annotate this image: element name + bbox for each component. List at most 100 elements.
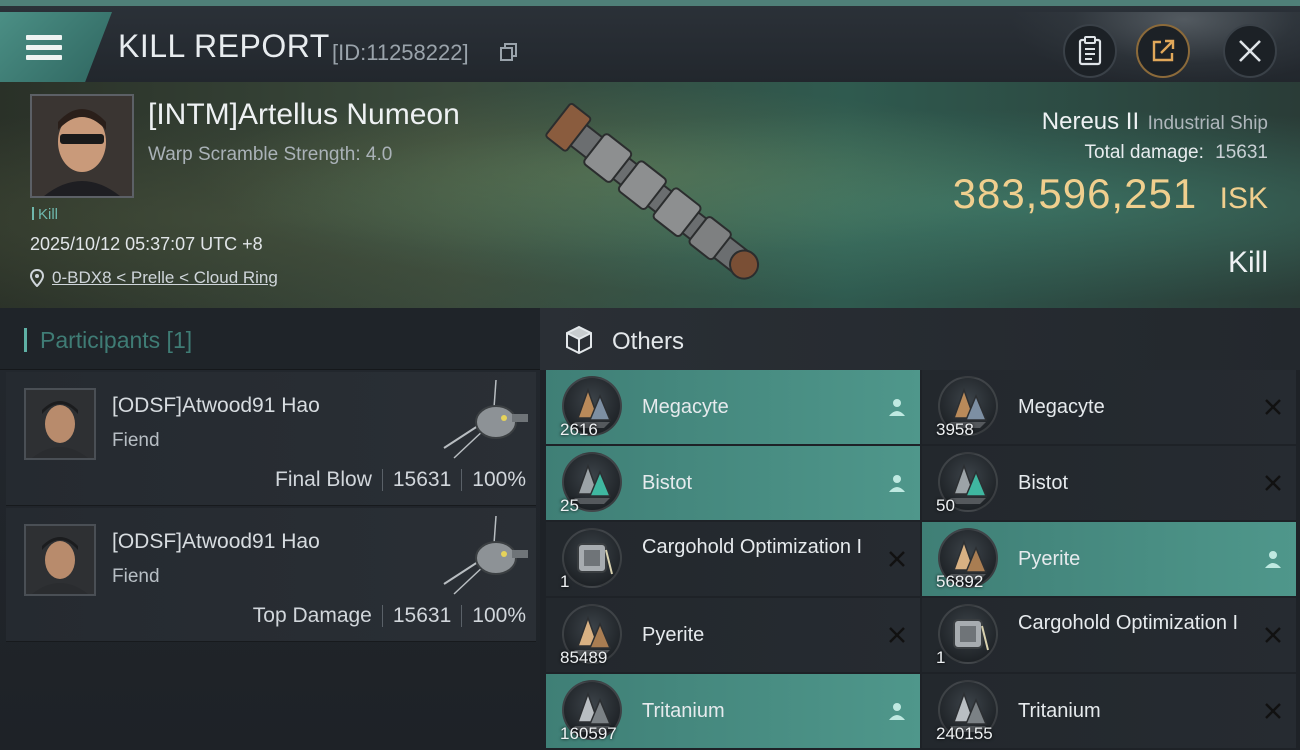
- participants-panel: Participants [1] [ODSF]Atwood91 Hao Fien…: [0, 308, 540, 750]
- person-icon: [889, 475, 905, 492]
- participant-stats: Final Blow 15631 100%: [275, 468, 526, 492]
- item-quantity: 1: [936, 648, 946, 667]
- participant-row[interactable]: [ODSF]Atwood91 Hao Fiend Final Blow 1563…: [6, 372, 536, 506]
- participant-damage: 15631: [392, 604, 452, 627]
- kill-tag: Kill: [32, 206, 58, 223]
- separator: [381, 469, 383, 491]
- participant-ship-image: [443, 515, 528, 595]
- ship-info: Nereus II Industrial Ship Total damage: …: [953, 108, 1268, 218]
- total-damage-label: Total damage:: [1084, 142, 1204, 163]
- clipboard-button[interactable]: [1063, 24, 1117, 78]
- participant-row[interactable]: [ODSF]Atwood91 Hao Fiend Top Damage 1563…: [6, 508, 536, 642]
- item-row[interactable]: 2616 Megacyte: [546, 370, 920, 444]
- cube-icon: [566, 325, 592, 355]
- x-icon: [1265, 475, 1281, 491]
- item-quantity: 85489: [560, 648, 608, 667]
- item-row[interactable]: 85489 Pyerite: [546, 598, 920, 672]
- close-icon: [1239, 40, 1261, 62]
- report-id: [ID:11258222]: [332, 40, 469, 65]
- item-name: Tritanium: [642, 700, 725, 722]
- item-icon: [562, 528, 622, 588]
- separator: [461, 469, 463, 491]
- others-label: Others: [612, 328, 685, 355]
- item-name: Tritanium: [1018, 700, 1101, 722]
- others-header: Others: [540, 308, 1300, 370]
- total-damage-value: 15631: [1215, 142, 1268, 163]
- item-row[interactable]: 1 Cargohold Optimization I: [546, 522, 920, 596]
- separator: [461, 605, 463, 627]
- item-name: Pyerite: [642, 624, 705, 646]
- item-quantity: 1: [560, 572, 570, 591]
- participant-portrait[interactable]: [24, 388, 96, 460]
- close-button[interactable]: [1223, 24, 1277, 78]
- person-icon: [889, 703, 905, 720]
- item-quantity: 3958: [936, 420, 974, 439]
- x-icon: [1265, 627, 1281, 643]
- item-quantity: 25: [560, 496, 579, 515]
- kill-result: Kill: [1227, 246, 1268, 279]
- ship-name[interactable]: Nereus II: [1042, 108, 1139, 135]
- item-name: Megacyte: [642, 396, 729, 418]
- x-icon: [889, 627, 905, 643]
- share-button[interactable]: [1136, 24, 1190, 78]
- location: 0-BDX8 < Prelle < Cloud Ring: [30, 268, 278, 288]
- participant-ship: Fiend: [112, 566, 160, 587]
- item-icon: [938, 604, 998, 664]
- isk-unit: ISK: [1219, 182, 1268, 215]
- separator: [381, 605, 383, 627]
- warp-scramble-strength: Warp Scramble Strength: 4.0: [148, 144, 393, 165]
- location-pin-icon: [30, 269, 44, 287]
- participant-percent: 100%: [472, 468, 526, 491]
- item-row[interactable]: 240155 Tritanium: [922, 674, 1296, 748]
- top-bar: KILL REPORT [ID:11258222]: [0, 0, 1300, 88]
- victim-name[interactable]: [INTM]Artellus Numeon: [148, 98, 460, 132]
- participant-role: Top Damage: [252, 604, 372, 627]
- item-row[interactable]: 25 Bistot: [546, 446, 920, 520]
- victim-portrait[interactable]: [30, 94, 134, 198]
- page-title: KILL REPORT: [118, 28, 330, 64]
- item-row[interactable]: 3958 Megacyte: [922, 370, 1296, 444]
- participant-name[interactable]: [ODSF]Atwood91 Hao: [112, 394, 320, 418]
- ship-class: Industrial Ship: [1147, 113, 1268, 134]
- item-row[interactable]: 56892 Pyerite: [922, 522, 1296, 596]
- x-icon: [1265, 703, 1281, 719]
- item-row[interactable]: 50 Bistot: [922, 446, 1296, 520]
- item-quantity: 56892: [936, 572, 984, 591]
- x-icon: [889, 551, 905, 567]
- total-damage: Total damage: 15631: [953, 142, 1268, 164]
- item-quantity: 160597: [560, 724, 617, 743]
- item-name: Cargohold Optimization I: [642, 536, 863, 558]
- victim-banner: [INTM]Artellus Numeon Warp Scramble Stre…: [0, 82, 1300, 308]
- location-link[interactable]: 0-BDX8 < Prelle < Cloud Ring: [52, 268, 278, 288]
- person-icon: [1265, 551, 1281, 568]
- isk-row: 383,596,251 ISK: [953, 170, 1268, 218]
- item-row[interactable]: 160597 Tritanium: [546, 674, 920, 748]
- item-name: Bistot: [642, 472, 693, 494]
- participant-role: Final Blow: [275, 468, 372, 491]
- clipboard-icon: [1078, 36, 1102, 66]
- participant-stats: Top Damage 15631 100%: [253, 604, 526, 628]
- copy-icon[interactable]: [500, 43, 518, 61]
- participant-ship-image: [443, 379, 528, 459]
- item-name: Pyerite: [1018, 548, 1081, 570]
- participant-damage: 15631: [392, 468, 452, 491]
- item-quantity: 50: [936, 496, 955, 515]
- kill-datetime: 2025/10/12 05:37:07 UTC +8: [30, 234, 263, 254]
- others-panel: Others 2616 Megacyte 3958 Megacyte 25 Bistot 5…: [540, 308, 1300, 750]
- participant-ship: Fiend: [112, 430, 160, 451]
- participants-header: Participants [1]: [0, 308, 540, 370]
- item-name: Megacyte: [1018, 396, 1105, 418]
- person-icon: [889, 399, 905, 416]
- menu-icon: [26, 30, 62, 65]
- share-icon: [1152, 39, 1175, 62]
- participant-name[interactable]: [ODSF]Atwood91 Hao: [112, 530, 320, 554]
- participant-portrait[interactable]: [24, 524, 96, 596]
- item-name: Bistot: [1018, 472, 1069, 494]
- menu-button[interactable]: [0, 12, 112, 82]
- item-row[interactable]: 1 Cargohold Optimization I: [922, 598, 1296, 672]
- participants-label[interactable]: Participants [1]: [40, 327, 192, 354]
- isk-value: 383,596,251: [952, 170, 1198, 217]
- participant-percent: 100%: [472, 604, 526, 627]
- item-name: Cargohold Optimization I: [1018, 612, 1239, 634]
- x-icon: [1265, 399, 1281, 415]
